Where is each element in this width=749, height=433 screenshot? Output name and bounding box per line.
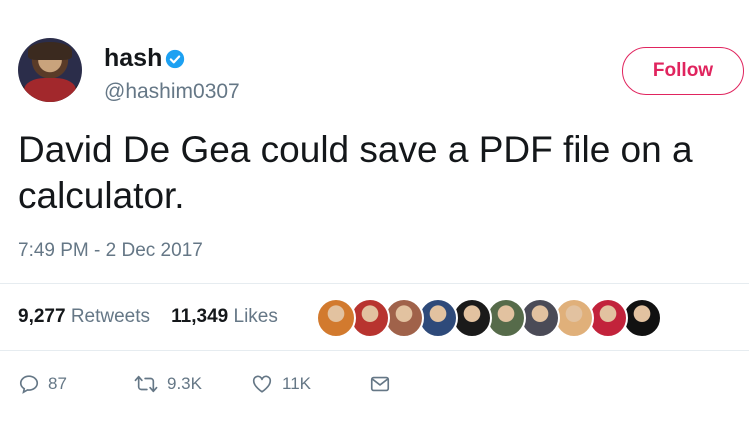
liker-avatar-icon[interactable] — [452, 298, 492, 338]
retweets-label[interactable]: Retweets — [71, 306, 150, 327]
reply-count: 87 — [48, 374, 67, 393]
liker-avatar-icon[interactable] — [520, 298, 560, 338]
direct-message-action[interactable] — [368, 372, 400, 396]
liker-avatar-icon[interactable] — [384, 298, 424, 338]
likes-label[interactable]: Likes — [234, 306, 278, 327]
tweet-timestamp[interactable]: 7:49 PM - 2 Dec 2017 — [18, 240, 203, 262]
heart-icon — [252, 375, 272, 393]
user-name[interactable]: hash — [104, 44, 162, 73]
retweet-icon — [134, 375, 158, 393]
verified-badge-icon — [165, 49, 185, 69]
tweet-text: David De Gea could save a PDF file on a … — [18, 129, 693, 216]
avatar-cap — [28, 42, 72, 60]
liker-avatar-icon[interactable] — [622, 298, 662, 338]
retweets-count[interactable]: 9,277 — [18, 306, 66, 327]
liker-avatar-icon[interactable] — [350, 298, 390, 338]
like-action[interactable]: 11K — [250, 372, 311, 396]
user-avatar-icon[interactable] — [18, 38, 82, 102]
liker-avatar-icon[interactable] — [418, 298, 458, 338]
retweet-count: 9.3K — [167, 374, 202, 393]
liker-avatar-icon[interactable] — [486, 298, 526, 338]
divider-bottom — [0, 350, 749, 351]
user-handle[interactable]: @hashim0307 — [104, 80, 240, 104]
reply-icon — [19, 375, 39, 394]
reply-action[interactable]: 87 — [18, 372, 67, 396]
liker-avatar-icon[interactable] — [554, 298, 594, 338]
likes-count[interactable]: 11,349 — [171, 306, 228, 327]
retweet-action[interactable]: 9.3K — [133, 372, 202, 396]
avatar-coat — [24, 78, 76, 102]
envelope-icon — [370, 376, 390, 392]
tweet-stats: 9,277 Retweets 11,349 Likes — [18, 306, 278, 328]
liker-avatar-icon[interactable] — [316, 298, 356, 338]
divider-top — [0, 283, 749, 284]
follow-button[interactable]: Follow — [622, 47, 744, 95]
liker-avatar-icon[interactable] — [588, 298, 628, 338]
like-count: 11K — [282, 374, 311, 393]
